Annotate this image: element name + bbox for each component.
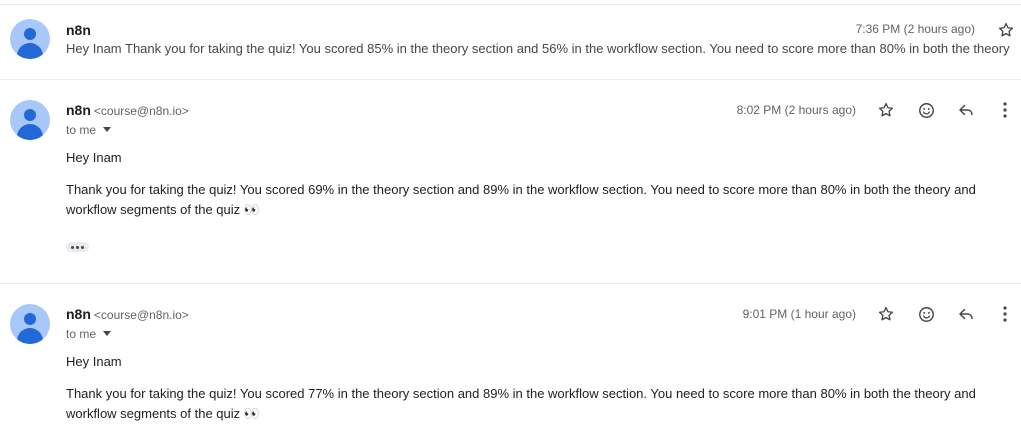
message-divider: [0, 79, 1021, 80]
sender-name: n8n: [66, 306, 91, 322]
more-vert-icon[interactable]: [993, 98, 1017, 122]
message-body: Thank you for taking the quiz! You score…: [66, 386, 976, 421]
sender-avatar: [10, 19, 50, 59]
message-divider: [0, 283, 1021, 284]
star-icon[interactable]: [874, 98, 898, 122]
sender-avatar: [10, 100, 50, 140]
message-greeting: Hey Inam: [66, 150, 122, 165]
message-snippet: Hey Inam Thank you for taking the quiz! …: [66, 41, 1010, 56]
avatar-head-shape: [24, 28, 36, 40]
sender-header: n8n <course@n8n.io>: [66, 306, 189, 322]
message-time: 8:02 PM (2 hours ago): [736, 103, 856, 117]
top-divider: [0, 4, 1021, 5]
sender-avatar: [10, 304, 50, 344]
star-icon[interactable]: [874, 302, 898, 326]
recipient-label: to me: [66, 123, 97, 137]
emoji-react-icon[interactable]: [914, 302, 938, 326]
avatar-body-shape: [17, 124, 43, 140]
avatar-body-shape: [17, 43, 43, 59]
chevron-down-icon: [103, 127, 112, 133]
sender-header: n8n <course@n8n.io>: [66, 102, 189, 118]
recipient-dropdown[interactable]: to me: [66, 123, 112, 137]
sender-name: n8n: [66, 102, 91, 118]
sender-email: <course@n8n.io>: [93, 104, 189, 118]
show-trimmed-content-icon[interactable]: [66, 242, 89, 252]
chevron-down-icon: [103, 331, 112, 337]
avatar-head-shape: [24, 313, 36, 325]
avatar-body-shape: [17, 328, 43, 344]
reply-icon[interactable]: [954, 302, 978, 326]
emoji-react-icon[interactable]: [914, 98, 938, 122]
recipient-label: to me: [66, 327, 97, 341]
more-vert-icon[interactable]: [993, 302, 1017, 326]
star-icon[interactable]: [994, 18, 1018, 42]
message-time: 9:01 PM (1 hour ago): [742, 307, 856, 321]
message-greeting: Hey Inam: [66, 354, 122, 369]
reply-icon[interactable]: [954, 98, 978, 122]
message-time: 7:36 PM (2 hours ago): [855, 22, 975, 36]
sender-email: <course@n8n.io>: [93, 308, 189, 322]
message-body: Thank you for taking the quiz! You score…: [66, 182, 976, 217]
sender-name: n8n: [66, 22, 91, 38]
avatar-head-shape: [24, 109, 36, 121]
recipient-dropdown[interactable]: to me: [66, 327, 112, 341]
